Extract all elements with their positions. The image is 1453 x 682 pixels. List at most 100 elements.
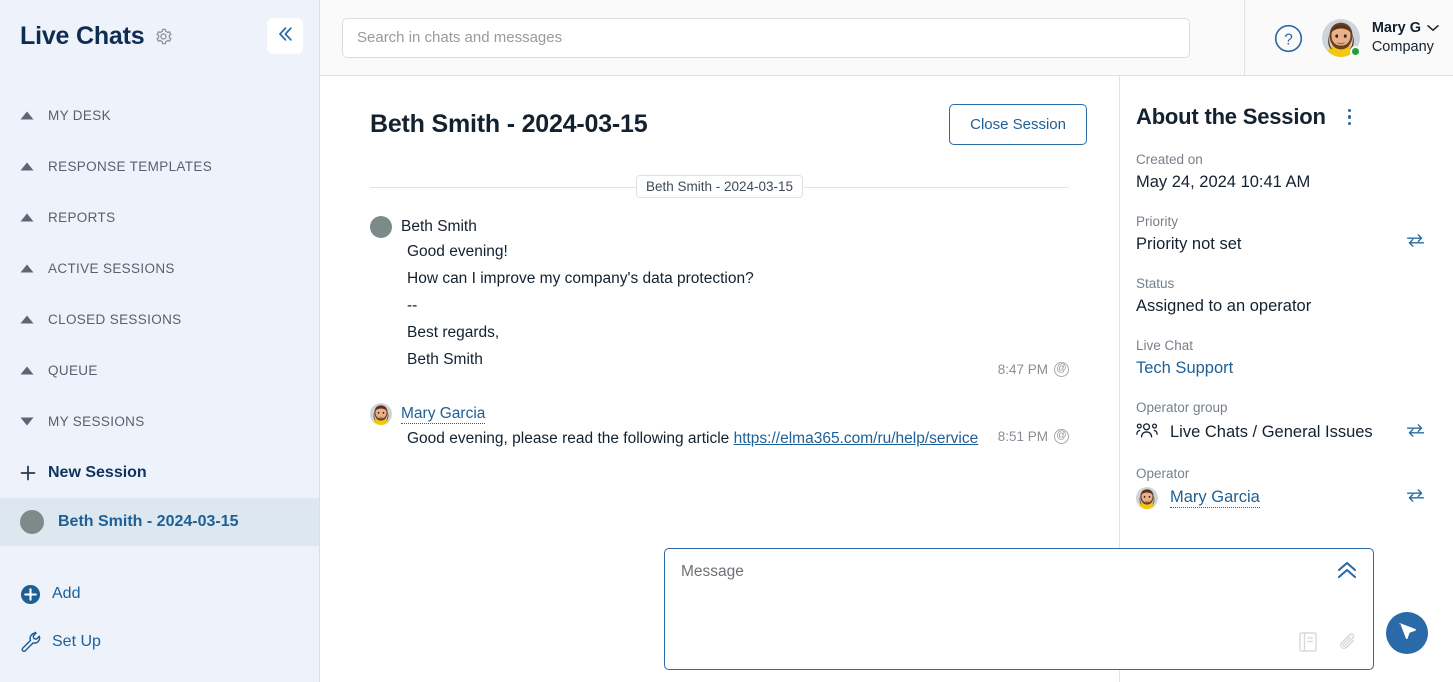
field-value: Priority not set — [1136, 235, 1242, 253]
people-group-icon — [1136, 421, 1158, 444]
sidebar-session-item[interactable]: Beth Smith - 2024-03-15 — [0, 498, 319, 546]
message-header: Mary Garcia — [370, 403, 1069, 425]
user-name-row: Mary G — [1372, 19, 1439, 37]
field-created-on: Created on May 24, 2024 10:41 AM — [1136, 152, 1435, 192]
set-up-button[interactable]: Set Up — [0, 618, 319, 666]
user-meta: Mary G Company — [1372, 19, 1439, 57]
message-composer-wrap: Message — [664, 548, 1428, 670]
paperclip-icon[interactable] — [1339, 632, 1357, 657]
sidebar-item-closed-sessions[interactable]: CLOSED SESSIONS — [0, 294, 319, 345]
sidebar-item-label: MY SESSIONS — [48, 414, 145, 429]
field-priority: Priority Priority not set — [1136, 214, 1435, 254]
composer-tools — [1299, 632, 1357, 657]
sidebar-item-queue[interactable]: QUEUE — [0, 345, 319, 396]
message-body: Good evening, please read the following … — [370, 425, 1069, 452]
sidebar-collapse-button[interactable] — [267, 18, 303, 54]
message-time-text: 8:47 PM — [997, 362, 1048, 377]
topbar-right: ? Mary G Company — [1243, 0, 1453, 76]
message-body: Good evening! How can I improve my compa… — [370, 238, 1069, 373]
search-input[interactable]: Search in chats and messages — [342, 17, 1190, 58]
sidebar-item-my-sessions[interactable]: MY SESSIONS — [0, 396, 319, 447]
template-book-icon[interactable] — [1299, 632, 1317, 657]
session-item-label: Beth Smith - 2024-03-15 — [58, 513, 239, 530]
main-area: Search in chats and messages ? Mary G Co… — [320, 0, 1453, 682]
user-menu[interactable]: Mary G Company — [1322, 19, 1439, 57]
sidebar-nav: MY DESK RESPONSE TEMPLATES REPORTS ACTIV… — [0, 72, 319, 498]
kebab-menu-icon[interactable] — [1342, 105, 1358, 130]
transfer-arrows-icon[interactable] — [1406, 234, 1425, 252]
add-label: Add — [52, 585, 81, 602]
field-label: Created on — [1136, 152, 1203, 167]
sidebar-item-my-desk[interactable]: MY DESK — [0, 90, 319, 141]
double-chevron-up-icon[interactable] — [1335, 559, 1359, 586]
message-line: Beth Smith — [407, 351, 483, 368]
caret-down-icon — [20, 417, 48, 426]
transfer-arrows-icon[interactable] — [1406, 489, 1425, 507]
message-link[interactable]: https://elma365.com/ru/help/service — [734, 430, 979, 447]
field-value: Live Chats / General Issues — [1170, 423, 1373, 441]
sidebar-item-active-sessions[interactable]: ACTIVE SESSIONS — [0, 243, 319, 294]
field-label: Priority — [1136, 214, 1179, 229]
message-list: Beth Smith Good evening! How can I impro… — [348, 198, 1091, 474]
live-chats-app: Live Chats MY DESK RESPONSE TEMPLATES RE… — [0, 0, 1453, 682]
at-circle-icon: @ — [1054, 362, 1069, 377]
sidebar-item-label: QUEUE — [48, 363, 98, 378]
avatar — [1322, 19, 1361, 57]
search-placeholder: Search in chats and messages — [357, 29, 563, 46]
field-value: Assigned to an operator — [1136, 297, 1312, 315]
message-line: Best regards, — [407, 324, 500, 341]
field-label: Operator group — [1136, 400, 1228, 415]
conversation-divider: Beth Smith - 2024-03-15 — [370, 175, 1069, 198]
sidebar-item-reports[interactable]: REPORTS — [0, 192, 319, 243]
caret-up-icon — [20, 213, 48, 222]
sidebar-item-label: RESPONSE TEMPLATES — [48, 159, 213, 174]
sidebar-header: Live Chats — [0, 0, 319, 72]
field-operator: Operator Mary Garcia — [1136, 466, 1435, 509]
message-placeholder: Message — [681, 563, 744, 580]
caret-up-icon — [20, 162, 48, 171]
sidebar-item-label: MY DESK — [48, 108, 111, 123]
send-plane-icon — [1397, 621, 1417, 646]
plus-circle-icon — [20, 584, 52, 605]
transfer-arrows-icon[interactable] — [1406, 424, 1425, 442]
caret-up-icon — [20, 315, 48, 324]
field-value-row: Mary Garcia — [1136, 487, 1435, 509]
field-value: May 24, 2024 10:41 AM — [1136, 173, 1311, 191]
message-item: Mary Garcia Good evening, please read th… — [370, 403, 1069, 452]
online-status-dot — [1349, 46, 1361, 57]
field-status: Status Assigned to an operator — [1136, 276, 1435, 316]
message-author-link[interactable]: Mary Garcia — [401, 405, 486, 424]
field-label: Operator — [1136, 466, 1190, 481]
sidebar-item-label: REPORTS — [48, 210, 116, 225]
add-button[interactable]: Add — [0, 570, 319, 618]
chat-header: Beth Smith - 2024-03-15 Close Session — [348, 76, 1091, 145]
message-input[interactable]: Message — [664, 548, 1374, 670]
caret-up-icon — [20, 111, 48, 120]
question-circle-icon[interactable]: ? — [1273, 23, 1304, 54]
field-operator-group: Operator group Live Chats / General Issu… — [1136, 400, 1435, 444]
chevron-down-icon — [1427, 19, 1439, 37]
svg-text:?: ? — [1284, 31, 1293, 48]
set-up-label: Set Up — [52, 633, 101, 650]
avatar — [370, 403, 392, 425]
gear-icon[interactable] — [154, 27, 173, 46]
sidebar-item-label: CLOSED SESSIONS — [48, 312, 182, 327]
conversation-divider-label: Beth Smith - 2024-03-15 — [635, 175, 804, 198]
operator-link[interactable]: Mary Garcia — [1170, 488, 1260, 508]
new-session-button[interactable]: New Session — [0, 447, 319, 498]
message-author: Beth Smith — [401, 218, 477, 235]
caret-up-icon — [20, 264, 48, 273]
top-bar: Search in chats and messages ? Mary G Co… — [320, 0, 1453, 76]
close-session-button[interactable]: Close Session — [949, 104, 1087, 145]
wrench-icon — [20, 631, 52, 653]
user-name: Mary G — [1371, 19, 1421, 36]
message-text: Good evening, please read the following … — [407, 430, 734, 447]
session-status-dot — [20, 510, 44, 534]
field-value-row: Live Chats / General Issues — [1136, 421, 1435, 444]
sidebar-item-response-templates[interactable]: RESPONSE TEMPLATES — [0, 141, 319, 192]
message-line: -- — [407, 297, 418, 314]
field-value-link[interactable]: Tech Support — [1136, 359, 1435, 378]
avatar — [1136, 487, 1158, 509]
double-chevron-left-icon — [275, 24, 295, 49]
send-button[interactable] — [1386, 612, 1428, 654]
